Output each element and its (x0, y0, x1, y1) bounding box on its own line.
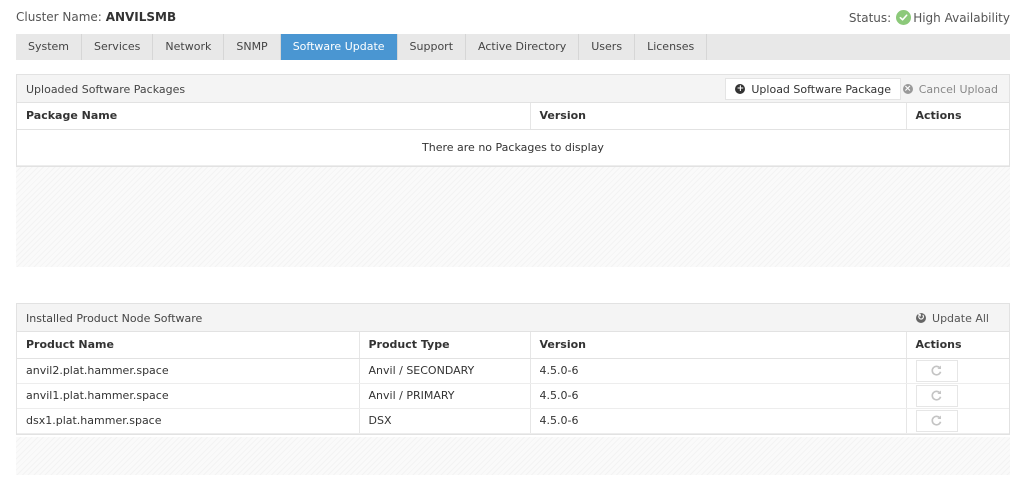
x-circle-icon: × (902, 84, 913, 94)
product-type: Anvil / PRIMARY (359, 383, 531, 409)
installed-software-title: Installed Product Node Software (26, 312, 203, 325)
uploaded-packages-table: Package Name Version Actions There are n… (17, 103, 1009, 166)
refresh-circle-icon: ↻ (916, 313, 927, 323)
column-header-package-name[interactable]: Package Name (17, 103, 531, 130)
product-name: dsx1.plat.hammer.space (17, 408, 360, 434)
row-actions (906, 358, 1009, 384)
status-label: Status: (848, 10, 892, 25)
update-all-button[interactable]: ↻ Update All (906, 307, 999, 329)
column-header-product-name[interactable]: Product Name (17, 332, 360, 359)
refresh-icon (931, 415, 942, 426)
empty-area (16, 437, 1010, 475)
installed-software-header: Installed Product Node Software ↻ Update… (17, 304, 1009, 332)
cancel-upload-button[interactable]: × Cancel Upload (893, 78, 1008, 100)
installed-software-table: Product Name Product Type Version Action… (17, 332, 1009, 434)
tab-snmp[interactable]: SNMP (224, 34, 281, 60)
column-header-product-type[interactable]: Product Type (359, 332, 531, 359)
tab-active-directory[interactable]: Active Directory (466, 34, 580, 60)
product-name: anvil2.plat.hammer.space (17, 358, 360, 384)
uploaded-packages-header: Uploaded Software Packages + Upload Soft… (17, 75, 1009, 103)
uploaded-packages-title: Uploaded Software Packages (26, 83, 186, 96)
product-version: 4.5.0-6 (530, 408, 907, 434)
cluster-status: Status: High Availability (849, 10, 1010, 25)
update-node-button[interactable] (915, 409, 958, 432)
column-header-actions: Actions (906, 332, 1009, 359)
column-header-version[interactable]: Version (530, 103, 907, 130)
column-header-version[interactable]: Version (530, 332, 907, 359)
cluster-label: Cluster Name: (16, 10, 102, 24)
upload-package-button[interactable]: + Upload Software Package (725, 78, 901, 100)
table-row: anvil1.plat.hammer.space Anvil / PRIMARY… (17, 383, 1009, 409)
tab-system[interactable]: System (16, 34, 83, 60)
upload-package-label: Upload Software Package (751, 82, 891, 96)
table-row: anvil2.plat.hammer.space Anvil / SECONDA… (17, 358, 1009, 384)
cluster-info: Cluster Name: ANVILSMB (16, 10, 176, 24)
tab-services[interactable]: Services (82, 34, 154, 60)
update-node-button[interactable] (915, 359, 958, 382)
product-version: 4.5.0-6 (530, 358, 907, 384)
column-header-actions: Actions (906, 103, 1009, 130)
update-node-button[interactable] (915, 384, 958, 407)
empty-area (16, 167, 1010, 267)
refresh-icon (931, 390, 942, 401)
tab-software-update[interactable]: Software Update (280, 34, 398, 60)
row-actions (906, 408, 1009, 434)
status-value: High Availability (913, 10, 1010, 25)
product-type: Anvil / SECONDARY (359, 358, 531, 384)
tab-licenses[interactable]: Licenses (635, 34, 708, 60)
refresh-icon (931, 365, 942, 376)
update-all-label: Update All (932, 311, 989, 325)
row-actions (906, 383, 1009, 409)
settings-tabs: System Services Network SNMP Software Up… (16, 34, 1010, 60)
installed-software-panel: Installed Product Node Software ↻ Update… (16, 303, 1010, 435)
cluster-name: ANVILSMB (105, 10, 177, 24)
product-version: 4.5.0-6 (530, 383, 907, 409)
empty-packages-message: There are no Packages to display (17, 129, 1009, 166)
product-name: anvil1.plat.hammer.space (17, 383, 360, 409)
page-header: Cluster Name: ANVILSMB Status: High Avai… (16, 10, 1010, 26)
tab-users[interactable]: Users (579, 34, 636, 60)
cancel-upload-label: Cancel Upload (918, 82, 998, 96)
tab-support[interactable]: Support (398, 34, 467, 60)
table-row: dsx1.plat.hammer.space DSX 4.5.0-6 (17, 408, 1009, 434)
uploaded-packages-panel: Uploaded Software Packages + Upload Soft… (16, 74, 1010, 167)
product-type: DSX (359, 408, 531, 434)
plus-circle-icon: + (735, 84, 746, 94)
check-circle-icon (896, 10, 912, 25)
tab-network[interactable]: Network (153, 34, 225, 60)
